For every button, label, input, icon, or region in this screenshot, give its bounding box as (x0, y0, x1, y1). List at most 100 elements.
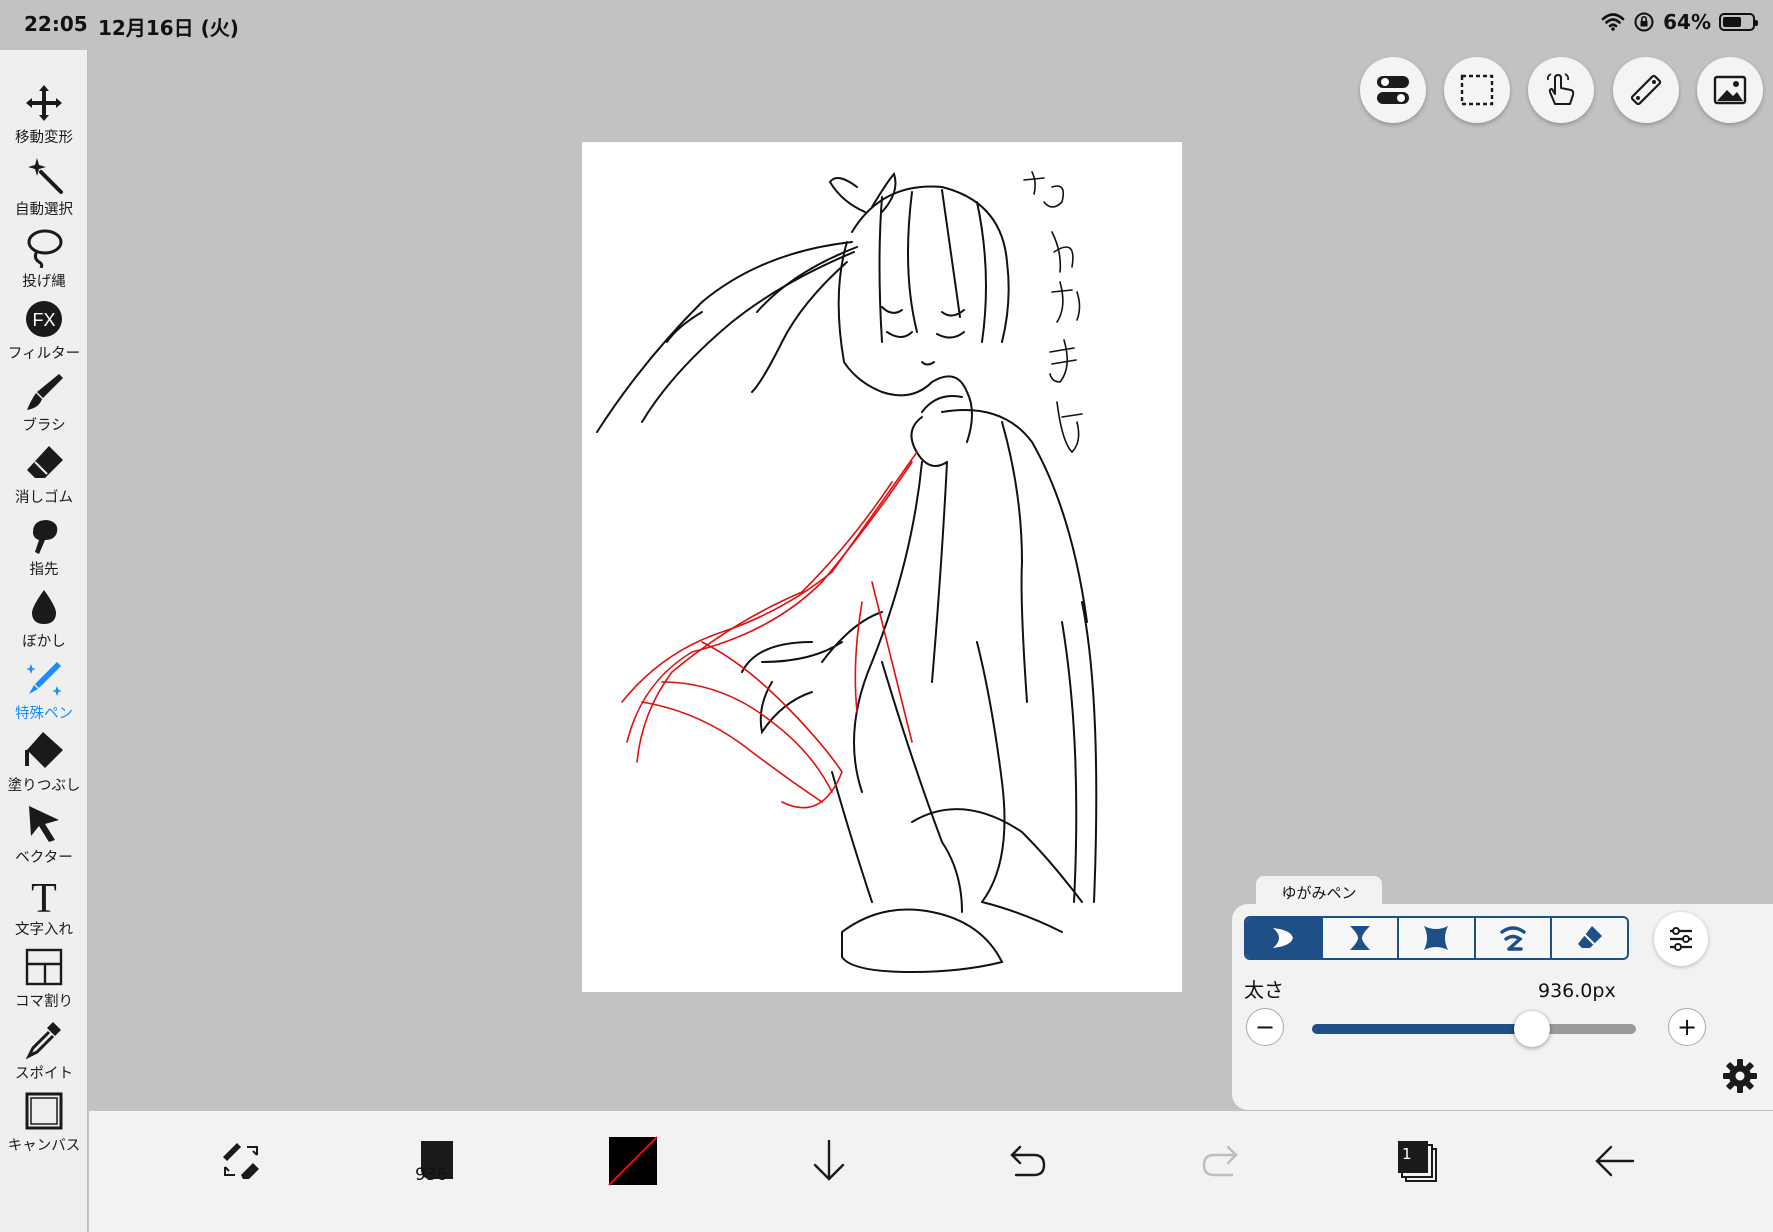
arrow-down-icon (813, 1139, 845, 1181)
tool-bucket-fill[interactable]: 塗りつぶし (0, 730, 88, 802)
tool-blur-drop[interactable]: ぼかし (0, 586, 88, 658)
status-indicators: 64% (1601, 10, 1758, 34)
brush-size-button[interactable]: 936 (407, 1131, 467, 1191)
tool-sidebar: 移動変形自動選択投げ縄 FX フィルターブラシ消しゴム指先ぼかし特殊ペン塗りつぶしベ… (0, 50, 88, 1232)
tool-label: フィルター (7, 346, 81, 362)
tool-label: 特殊ペン (15, 706, 73, 722)
swap-tool-button[interactable] (211, 1131, 271, 1191)
undo-icon (1010, 1145, 1046, 1177)
tool-label: 塗りつぶし (7, 778, 81, 794)
tool-text[interactable]: T 文字入れ (0, 874, 88, 946)
tool-label: 文字入れ (15, 922, 73, 938)
bottom-toolbar: 936 1 (89, 1111, 1773, 1232)
tool-move-arrows[interactable]: 移動変形 (0, 82, 88, 154)
size-slider-fill (1312, 1024, 1533, 1034)
vector-cursor-icon (29, 806, 59, 842)
eraser-icon (1577, 926, 1602, 948)
crescent-icon (1273, 928, 1294, 948)
tool-vector-cursor[interactable]: ベクター (0, 802, 88, 874)
pen-settings-panel: 太さ 936.0px − + (1232, 904, 1773, 1110)
swap-pen-eraser-icon (223, 1143, 259, 1179)
panel-layout-icon (25, 948, 63, 986)
lasso-icon (27, 229, 63, 268)
size-label: 太さ (1244, 978, 1284, 1002)
tool-brush[interactable]: ブラシ (0, 370, 88, 442)
tool-canvas[interactable]: キャンバス (0, 1090, 88, 1162)
tool-finger-smudge[interactable]: 指先 (0, 514, 88, 586)
status-date: 12月16日 (火) (98, 16, 239, 40)
tool-label: ぼかし (22, 634, 66, 650)
ruler-button[interactable] (1613, 57, 1679, 123)
redo-button[interactable] (1192, 1131, 1252, 1191)
tool-label: ベクター (15, 850, 73, 866)
adjust-settings-button[interactable] (1654, 912, 1708, 966)
gear-icon[interactable] (1720, 1056, 1760, 1096)
reference-image-button[interactable] (1697, 57, 1763, 123)
tool-eraser[interactable]: 消しゴム (0, 442, 88, 514)
size-decrease-button[interactable]: − (1246, 1008, 1284, 1046)
mode-pinch-button[interactable] (1322, 918, 1400, 958)
rotation-lock-icon (1634, 12, 1654, 32)
drawing-canvas[interactable] (582, 142, 1182, 992)
brush-icon (27, 374, 63, 410)
tool-label: ブラシ (22, 418, 66, 434)
svg-text:FX: FX (32, 310, 55, 330)
toggle-switches-icon (1377, 76, 1409, 104)
battery-percent: 64% (1663, 10, 1711, 34)
pinch-hourglass-icon (1349, 926, 1370, 950)
color-button[interactable] (603, 1131, 663, 1191)
svg-text:T: T (31, 876, 57, 916)
redo-icon (1202, 1145, 1238, 1177)
move-arrows-icon (26, 85, 62, 121)
gesture-button[interactable] (1528, 57, 1594, 123)
magic-wand-icon (28, 158, 63, 194)
status-bar: 22:05 12月16日 (火) 64% (0, 0, 1773, 50)
mode-bloat-button[interactable] (1399, 918, 1476, 958)
mode-eraser-button[interactable] (1552, 918, 1627, 958)
special-pen-icon (26, 662, 62, 696)
size-slider[interactable] (1312, 1011, 1636, 1047)
sliders-icon (1670, 927, 1692, 951)
layer-count: 1 (1402, 1145, 1412, 1163)
distort-mode-selector (1244, 916, 1629, 960)
mode-swirl-button[interactable] (1475, 918, 1553, 958)
tool-lasso[interactable]: 投げ縄 (0, 226, 88, 298)
battery-icon (1719, 13, 1758, 31)
undo-button[interactable] (996, 1131, 1056, 1191)
eyedropper-icon (25, 1022, 61, 1060)
tool-label: 消しゴム (15, 490, 73, 506)
save-download-button[interactable] (799, 1131, 859, 1191)
tool-special-pen[interactable]: 特殊ペン (0, 658, 88, 730)
size-increase-button[interactable]: + (1668, 1008, 1706, 1046)
image-icon (1713, 75, 1747, 105)
tool-panel-layout[interactable]: コマ割り (0, 946, 88, 1018)
brush-size-number: 936 (415, 1165, 448, 1185)
eraser-icon (27, 446, 63, 478)
swirl-icon (1500, 926, 1526, 951)
selection-rect-icon (1460, 74, 1494, 106)
arrow-left-icon (1595, 1145, 1635, 1177)
tool-label: コマ割り (15, 994, 73, 1010)
tool-label: 投げ縄 (22, 274, 66, 290)
status-time: 22:05 (24, 12, 88, 36)
finger-smudge-icon (33, 520, 58, 554)
layers-button[interactable]: 1 (1388, 1131, 1448, 1191)
layers-icon (1398, 1141, 1437, 1182)
tool-fx-filter[interactable]: FX フィルター (0, 298, 88, 370)
mode-push-button[interactable] (1246, 918, 1323, 958)
selection-button[interactable] (1444, 57, 1510, 123)
text-icon: T (31, 876, 57, 916)
tool-label: キャンバス (7, 1138, 81, 1154)
back-button[interactable] (1585, 1131, 1645, 1191)
tool-magic-wand[interactable]: 自動選択 (0, 154, 88, 226)
size-value: 936.0px (1538, 980, 1616, 1002)
tool-label: 移動変形 (15, 130, 73, 146)
tool-label: スポイト (15, 1066, 73, 1082)
tool-eyedropper[interactable]: スポイト (0, 1018, 88, 1090)
toggle-switches-button[interactable] (1360, 57, 1426, 123)
bloat-icon (1424, 926, 1449, 950)
bucket-fill-icon (25, 732, 63, 768)
color-swatch-icon (608, 1136, 658, 1186)
sketch-artwork (596, 171, 1098, 974)
size-slider-thumb[interactable] (1514, 1011, 1551, 1047)
